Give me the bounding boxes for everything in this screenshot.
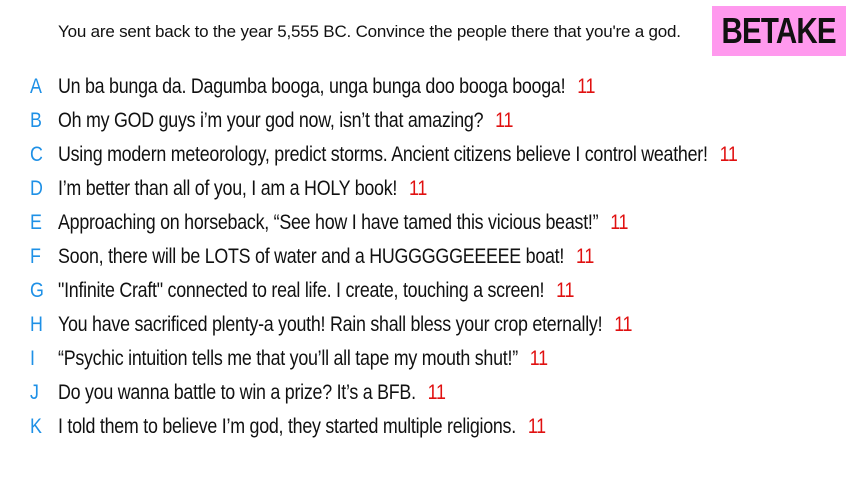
answer-letter: B	[30, 109, 42, 132]
answer-letter: J	[30, 381, 39, 404]
answer-score: 11	[614, 313, 633, 336]
answer-body: “Psychic intuition tells me that you’ll …	[58, 347, 518, 370]
answer-score: 11	[427, 381, 446, 404]
answer-score: 11	[556, 279, 575, 302]
answer-letter: A	[30, 75, 42, 98]
answer-score: 11	[575, 245, 595, 268]
answer-score: 11	[719, 143, 738, 166]
answer-letter: E	[30, 211, 42, 234]
answer-body: "Infinite Craft" connected to real life.…	[58, 279, 545, 302]
answer-text: I’m better than all of you, I am a HOLY …	[58, 177, 427, 201]
answer-text: You have sacrificed plenty-a youth! Rain…	[58, 313, 632, 337]
answer-score: 11	[529, 347, 548, 370]
answer-score: 11	[495, 109, 514, 132]
answer-text: Soon, there will be LOTS of water and a …	[58, 245, 594, 269]
answer-body: Do you wanna battle to win a prize? It’s…	[58, 381, 416, 404]
answer-score: 11	[577, 75, 596, 98]
answer-body: Un ba bunga da. Dagumba booga, unga bung…	[58, 75, 566, 98]
answer-text: “Psychic intuition tells me that you’ll …	[58, 347, 548, 371]
answer-letter: G	[30, 279, 44, 302]
answer-text: I told them to believe I’m god, they sta…	[58, 415, 546, 439]
answer-body: Oh my GOD guys i’m your god now, isn’t t…	[58, 109, 484, 132]
answer-text: Using modern meteorology, predict storms…	[58, 143, 738, 167]
answer-body: Using modern meteorology, predict storms…	[58, 143, 708, 166]
answer-body: Approaching on horseback, “See how I hav…	[58, 211, 599, 234]
answer-text: Un ba bunga da. Dagumba booga, unga bung…	[58, 75, 595, 99]
prompt-text: You are sent back to the year 5,555 BC. …	[58, 22, 681, 41]
answer-text: Approaching on horseback, “See how I hav…	[58, 211, 628, 235]
betake-badge: BETAKE	[712, 6, 846, 56]
answer-body: I’m better than all of you, I am a HOLY …	[58, 177, 398, 200]
answer-body: You have sacrificed plenty-a youth! Rain…	[58, 313, 603, 336]
answer-letter: H	[30, 313, 43, 336]
answer-letter: K	[30, 415, 42, 438]
answer-body: I told them to believe I’m god, they sta…	[58, 415, 516, 438]
answer-letter: D	[30, 177, 43, 200]
answer-letter: F	[30, 245, 41, 268]
answer-text: Do you wanna battle to win a prize? It’s…	[58, 381, 446, 405]
answer-letter: C	[30, 143, 43, 166]
answer-score: 11	[527, 415, 546, 438]
answer-text: "Infinite Craft" connected to real life.…	[58, 279, 574, 303]
answer-score: 11	[610, 211, 629, 234]
answer-score: 11	[408, 177, 428, 200]
answer-letter: I	[30, 347, 35, 370]
answer-body: Soon, there will be LOTS of water and a …	[58, 245, 565, 268]
answer-text: Oh my GOD guys i’m your god now, isn’t t…	[58, 109, 513, 133]
badge-label: BETAKE	[721, 10, 837, 51]
